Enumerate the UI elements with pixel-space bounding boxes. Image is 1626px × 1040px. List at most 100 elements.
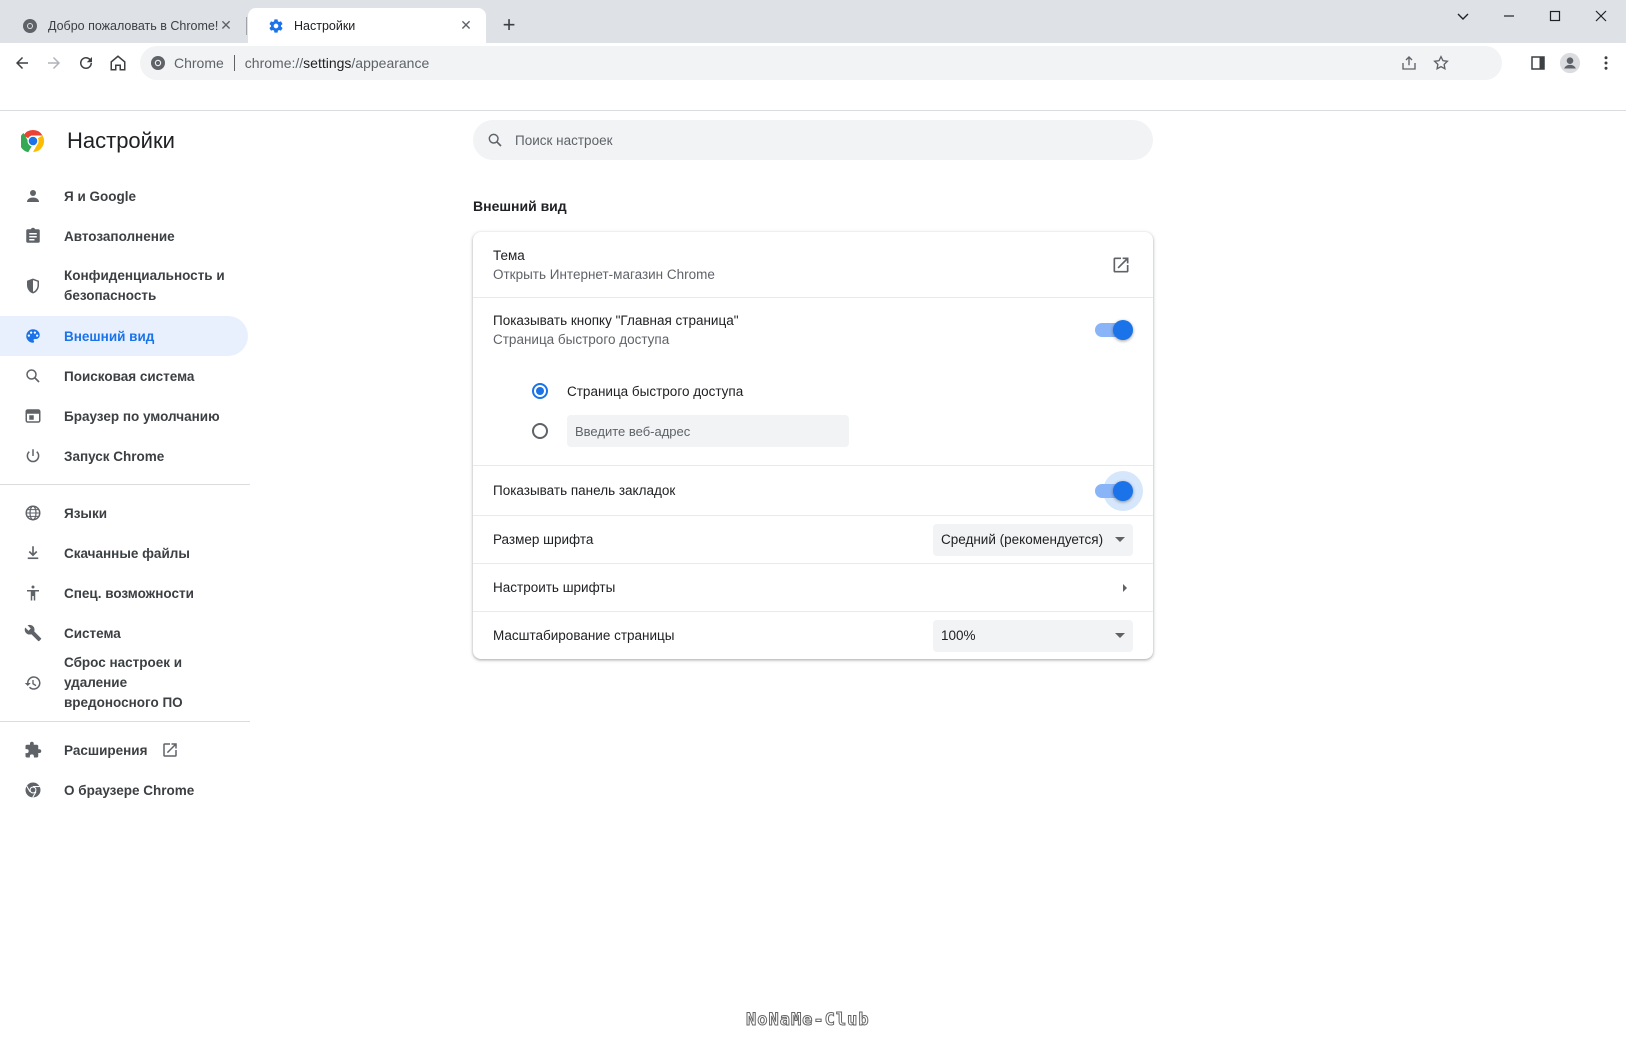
sidebar-item-system[interactable]: Система [0, 613, 248, 653]
tab-title: Добро пожаловать в Chrome! [48, 18, 218, 33]
caret-down-icon [1115, 537, 1125, 542]
forward-arrow-icon[interactable] [40, 49, 68, 77]
chrome-icon [23, 780, 43, 800]
sidebar-item-privacy[interactable]: Конфиденциальность и безопасность [0, 256, 248, 316]
sidebar-item-appearance[interactable]: Внешний вид [0, 316, 248, 356]
chrome-icon [150, 55, 166, 71]
sidebar-item-label: Автозаполнение [64, 228, 175, 244]
close-icon[interactable]: ✕ [458, 17, 474, 34]
sidebar-item-languages[interactable]: Языки [0, 493, 248, 533]
customize-fonts-row[interactable]: Настроить шрифты [473, 563, 1153, 611]
bookmarks-bar-toggle[interactable] [1095, 470, 1143, 511]
font-size-value: Средний (рекомендуется) [941, 532, 1104, 547]
home-button-toggle[interactable] [1095, 319, 1133, 340]
radio-ntp[interactable] [532, 383, 548, 399]
toggle-knob [1113, 319, 1133, 340]
open-in-new-icon[interactable] [1111, 255, 1131, 275]
sidebar-divider [0, 721, 250, 722]
watermark: NoNaMe-Club [746, 1010, 870, 1031]
chevron-right-icon [1119, 582, 1131, 594]
tab-welcome[interactable]: Добро пожаловать в Chrome! ✕ [2, 8, 246, 43]
font-size-row: Размер шрифта Средний (рекомендуется) [473, 515, 1153, 563]
reload-icon[interactable] [72, 49, 100, 77]
radio-option-url[interactable] [532, 411, 849, 451]
download-icon [23, 543, 43, 563]
theme-row[interactable]: Тема Открыть Интернет-магазин Chrome [473, 232, 1153, 297]
shield-icon [23, 276, 43, 296]
home-page-options: Страница быстрого доступа [473, 361, 1153, 465]
page-zoom-label: Масштабирование страницы [493, 628, 675, 643]
tab-settings[interactable]: Настройки ✕ [248, 8, 486, 43]
palette-icon [23, 326, 43, 346]
tab-search-chevron-down-icon[interactable] [1440, 0, 1486, 32]
sidebar-item-label: О браузере Chrome [64, 782, 195, 798]
close-icon[interactable]: ✕ [218, 17, 234, 34]
sidebar-item-label: Сброс настроек и удаление [64, 655, 183, 690]
home-button-title: Показывать кнопку "Главная страница" [493, 312, 739, 328]
bookmark-star-icon[interactable] [1432, 54, 1450, 72]
sidebar-item-label: Конфиденциальность и [64, 268, 225, 283]
back-arrow-icon[interactable] [8, 49, 36, 77]
home-button-subtitle: Страница быстрого доступа [493, 331, 670, 347]
sidebar-item-label: Я и Google [64, 188, 137, 204]
person-icon [23, 186, 43, 206]
window-close-icon[interactable] [1578, 0, 1624, 32]
tab-divider [246, 17, 247, 35]
settings-sidebar: Я и Google Автозаполнение Конфиденциальн… [0, 176, 250, 810]
page-zoom-value: 100% [941, 628, 976, 643]
toggle-knob [1113, 480, 1133, 501]
sidebar-item-label: Языки [64, 505, 107, 521]
page-zoom-select[interactable]: 100% [933, 619, 1133, 652]
radio-option-ntp[interactable]: Страница быстрого доступа [532, 371, 743, 411]
sidebar-item-extensions[interactable]: Расширения [0, 730, 248, 770]
minimize-icon[interactable] [1486, 0, 1532, 32]
chrome-icon [22, 18, 38, 34]
sidebar-item-you-and-google[interactable]: Я и Google [0, 176, 248, 216]
bookmarks-bar-row: Показывать панель закладок [473, 465, 1153, 515]
sidebar-item-on-startup[interactable]: Запуск Chrome [0, 436, 248, 476]
settings-search[interactable] [473, 120, 1153, 160]
radio-custom-url[interactable] [532, 423, 548, 439]
radio-ntp-label: Страница быстрого доступа [567, 383, 744, 399]
maximize-icon[interactable] [1532, 0, 1578, 32]
tab-title: Настройки [294, 18, 356, 33]
appearance-card: Тема Открыть Интернет-магазин Chrome Пок… [473, 232, 1153, 659]
share-icon[interactable] [1400, 54, 1418, 72]
font-size-label: Размер шрифта [493, 532, 594, 547]
sidebar-item-downloads[interactable]: Скачанные файлы [0, 533, 248, 573]
menu-kebab-icon[interactable] [1592, 49, 1620, 77]
url-host: settings [303, 55, 352, 71]
site-label: Chrome [174, 55, 224, 71]
home-icon[interactable] [104, 49, 132, 77]
sidebar-item-accessibility[interactable]: Спец. возможности [0, 573, 248, 613]
sidebar-item-autofill[interactable]: Автозаполнение [0, 216, 248, 256]
address-bar[interactable]: Chrome chrome://settings/appearance [140, 46, 1502, 80]
sidebar-item-about-chrome[interactable]: О браузере Chrome [0, 770, 248, 810]
profile-avatar-icon[interactable] [1556, 49, 1584, 77]
sidebar-item-label: Поисковая система [64, 368, 195, 384]
settings-header: Настройки [19, 128, 175, 154]
sidebar-item-reset[interactable]: Сброс настроек и удаление вредоносного ПО [0, 653, 248, 713]
history-icon [23, 673, 43, 693]
open-in-new-icon [161, 741, 179, 759]
home-url-input[interactable] [567, 415, 849, 447]
bookmarks-bar-title: Показывать панель закладок [493, 483, 676, 498]
sidebar-divider [0, 484, 250, 485]
sidebar-item-label: безопасность [64, 288, 157, 303]
address-divider [233, 55, 235, 71]
toolbar: Chrome chrome://settings/appearance [0, 43, 1626, 111]
puzzle-icon [23, 740, 43, 760]
sidebar-item-default-browser[interactable]: Браузер по умолчанию [0, 396, 248, 436]
customize-fonts-label: Настроить шрифты [493, 580, 616, 595]
search-input[interactable] [515, 132, 1153, 148]
wrench-icon [23, 623, 43, 643]
clipboard-icon [23, 226, 43, 246]
sidebar-item-label: Браузер по умолчанию [64, 408, 220, 424]
new-tab-button[interactable]: + [496, 12, 522, 38]
sidebar-item-search-engine[interactable]: Поисковая система [0, 356, 248, 396]
theme-title: Тема [493, 247, 525, 263]
font-size-select[interactable]: Средний (рекомендуется) [933, 523, 1133, 556]
home-button-row: Показывать кнопку "Главная страница" Стр… [473, 297, 1153, 361]
power-icon [23, 446, 43, 466]
side-panel-icon[interactable] [1524, 49, 1552, 77]
